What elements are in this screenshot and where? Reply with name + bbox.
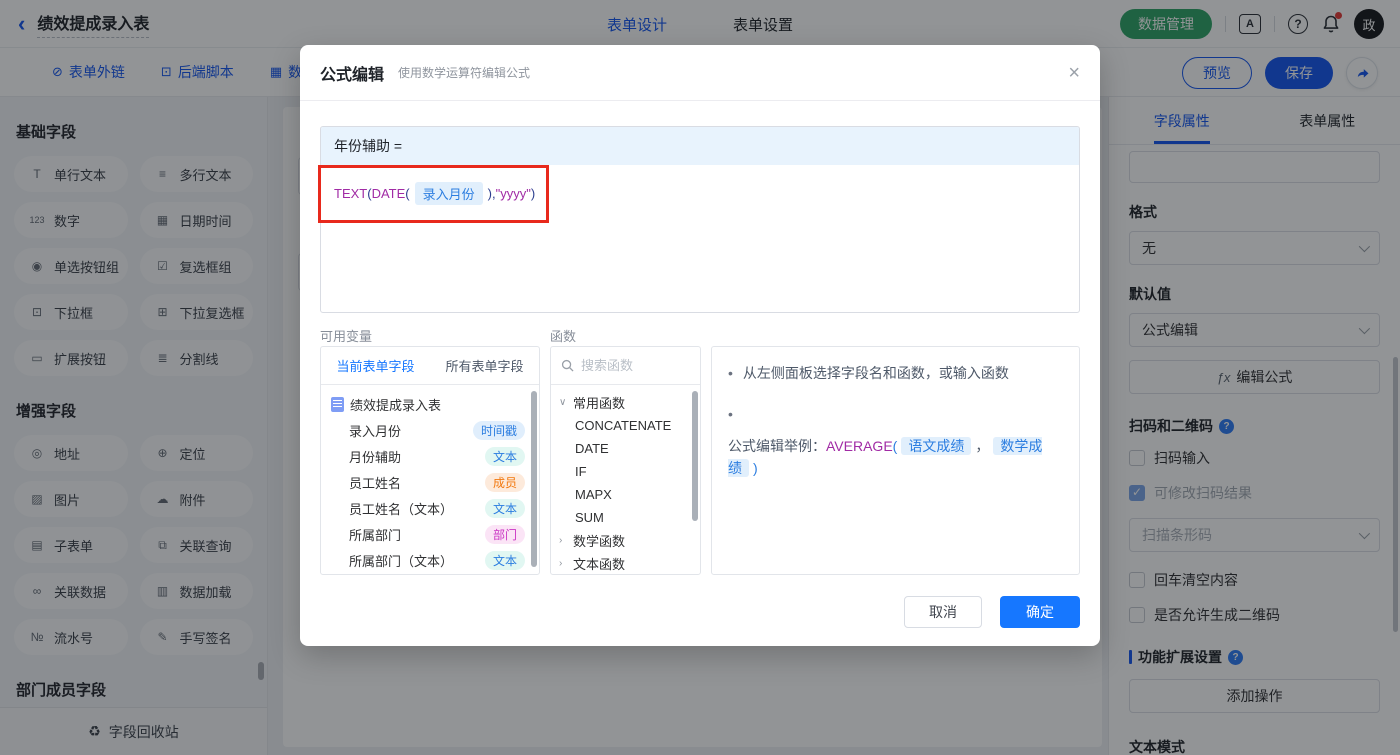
- tab-current-form-fields[interactable]: 当前表单字段: [321, 356, 430, 375]
- search-input[interactable]: [581, 358, 681, 373]
- form-file-icon: [331, 397, 344, 412]
- variables-label: 可用变量: [320, 326, 372, 345]
- function-item[interactable]: MAPX: [551, 483, 700, 506]
- functions-list: ∨常用函数 CONCATENATE DATE IF MAPX SUM ›数学函数…: [551, 385, 700, 575]
- variable-row[interactable]: 月份辅助文本: [321, 443, 539, 469]
- formula-edit-modal: 公式编辑 使用数学运算符编辑公式 × 年份辅助 = TEXT ( DATE ( …: [300, 45, 1100, 646]
- group-common-functions[interactable]: ∨常用函数: [551, 391, 700, 414]
- type-badge-timestamp: 时间戳: [473, 421, 525, 440]
- group-label: 数学函数: [573, 531, 625, 550]
- functions-label: 函数: [550, 326, 576, 345]
- function-item[interactable]: CONCATENATE: [551, 414, 700, 437]
- functions-panel: ∨常用函数 CONCATENATE DATE IF MAPX SUM ›数学函数…: [550, 346, 701, 575]
- functions-scrollbar[interactable]: [692, 391, 698, 521]
- type-badge-member: 成员: [485, 473, 525, 492]
- variable-row[interactable]: 所属部门（文本）文本: [321, 547, 539, 573]
- paren-token: ): [531, 186, 535, 201]
- tip-example-line: • 公式编辑举例：AVERAGE(语文成绩，数学成绩): [728, 403, 1063, 479]
- type-badge-text: 文本: [485, 499, 525, 518]
- bullet: •: [728, 403, 733, 425]
- search-icon: [561, 359, 574, 372]
- bullet: •: [728, 362, 733, 384]
- group-math-functions[interactable]: ›数学函数: [551, 529, 700, 552]
- comma: ，: [975, 438, 989, 454]
- variables-list: 绩效提成录入表 录入月份时间戳 月份辅助文本 员工姓名成员 员工姓名（文本）文本…: [321, 385, 539, 573]
- formula-editor[interactable]: 年份辅助 = TEXT ( DATE ( 录入月份 ) , "yyyy" ): [320, 126, 1080, 313]
- variable-name: 员工姓名: [331, 473, 485, 492]
- group-label: 文本函数: [573, 554, 625, 573]
- example-function: AVERAGE: [826, 438, 893, 454]
- paren-token: (: [405, 186, 409, 201]
- formula-target: 年份辅助 =: [321, 127, 1079, 165]
- function-token: TEXT: [334, 186, 367, 201]
- chevron-right-icon: ›: [559, 558, 573, 569]
- type-badge-text: 文本: [485, 551, 525, 570]
- function-item[interactable]: IF: [551, 460, 700, 483]
- paren: (: [893, 438, 898, 454]
- variable-row[interactable]: 员工姓名（文本）文本: [321, 495, 539, 521]
- variable-row[interactable]: 员工姓名成员: [321, 469, 539, 495]
- type-badge-text: 文本: [485, 447, 525, 466]
- tip-example: 公式编辑举例：AVERAGE(语文成绩，数学成绩): [728, 435, 1063, 479]
- confirm-button[interactable]: 确定: [1000, 596, 1080, 628]
- modal-footer: 取消 确定: [904, 596, 1080, 628]
- function-search: [551, 347, 700, 385]
- variables-tabs: 当前表单字段 所有表单字段: [321, 347, 539, 385]
- variables-panel: 当前表单字段 所有表单字段 绩效提成录入表 录入月份时间戳 月份辅助文本 员工姓…: [320, 346, 540, 575]
- example-field-chip: 语文成绩: [901, 437, 971, 455]
- variable-name: 所属部门（文本）: [331, 551, 485, 570]
- tip-text: 从左侧面板选择字段名和函数，或输入函数: [743, 362, 1009, 384]
- variable-name: 月份辅助: [331, 447, 485, 466]
- tip-line: • 从左侧面板选择字段名和函数，或输入函数: [728, 362, 1063, 384]
- form-node[interactable]: 绩效提成录入表: [321, 391, 539, 417]
- modal-subtitle: 使用数学运算符编辑公式: [398, 64, 530, 81]
- field-chip[interactable]: 录入月份: [415, 182, 483, 205]
- formula-expression[interactable]: TEXT ( DATE ( 录入月份 ) , "yyyy" ): [321, 165, 1079, 222]
- variable-name: 所属部门: [331, 525, 485, 544]
- variable-name: 员工姓名（文本）: [331, 499, 485, 518]
- function-item[interactable]: DATE: [551, 437, 700, 460]
- paren: ): [753, 460, 758, 476]
- chevron-down-icon: ∨: [559, 397, 573, 408]
- modal-header: 公式编辑 使用数学运算符编辑公式 ×: [300, 45, 1100, 101]
- function-item[interactable]: SUM: [551, 506, 700, 529]
- form-name: 绩效提成录入表: [344, 395, 525, 414]
- group-label: 常用函数: [573, 393, 625, 412]
- variable-row[interactable]: 所属部门部门: [321, 521, 539, 547]
- group-text-functions[interactable]: ›文本函数: [551, 552, 700, 575]
- tips-panel: • 从左侧面板选择字段名和函数，或输入函数 • 公式编辑举例：AVERAGE(语…: [711, 346, 1080, 575]
- chevron-right-icon: ›: [559, 535, 573, 546]
- app: ‹ 绩效提成录入表 表单设计 表单设置 数据管理 A ? 政 ⊘ 表单外链: [0, 0, 1400, 755]
- modal-title: 公式编辑: [320, 61, 384, 85]
- type-badge-department: 部门: [485, 525, 525, 544]
- close-icon[interactable]: ×: [1068, 63, 1080, 83]
- variable-name: 录入月份: [331, 421, 473, 440]
- variables-scrollbar[interactable]: [531, 391, 537, 567]
- example-prefix: 公式编辑举例：: [728, 438, 826, 454]
- function-token: DATE: [372, 186, 406, 201]
- string-token: "yyyy": [496, 186, 531, 201]
- variable-row[interactable]: 录入月份时间戳: [321, 417, 539, 443]
- cancel-button[interactable]: 取消: [904, 596, 982, 628]
- tab-all-form-fields[interactable]: 所有表单字段: [430, 356, 539, 375]
